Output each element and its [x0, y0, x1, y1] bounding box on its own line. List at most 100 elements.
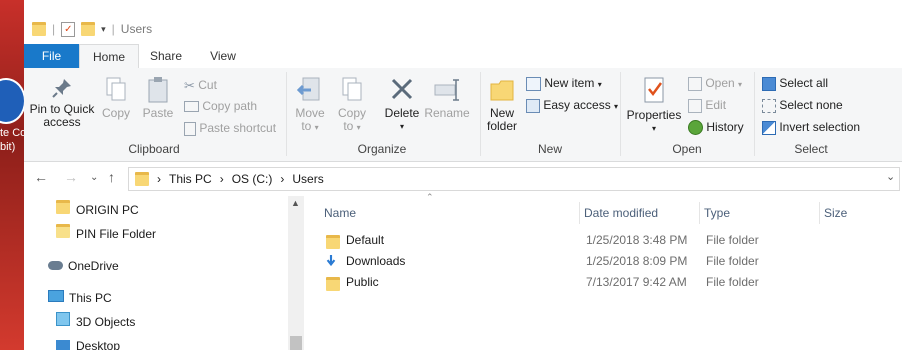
copy-to-icon: [342, 77, 362, 101]
open-label: Open: [705, 76, 735, 90]
quick-access-toolbar: | ✓ ▾ | Users: [32, 19, 152, 39]
paste-shortcut-icon: [184, 121, 196, 136]
select-none-label: Select none: [779, 98, 843, 112]
table-row[interactable]: Public 7/13/2017 9:42 AM File folder: [306, 272, 902, 293]
move-to-button[interactable]: Move to ▾: [292, 76, 328, 134]
paste-button[interactable]: Paste: [138, 76, 178, 120]
tab-share[interactable]: Share: [137, 44, 195, 68]
nav-label: This PC: [69, 291, 112, 305]
scroll-up-icon[interactable]: ▲: [291, 198, 300, 208]
pin-to-quick-access-button[interactable]: Pin to Quick access: [28, 76, 96, 129]
nav-item-pin-file-folder[interactable]: PIN File Folder: [56, 224, 156, 244]
back-arrow-icon[interactable]: ←: [34, 169, 48, 185]
customize-qat-icon[interactable]: ▾: [101, 24, 106, 35]
new-folder-button[interactable]: New folder: [482, 76, 522, 133]
table-row[interactable]: Default 1/25/2018 3:48 PM File folder: [306, 230, 902, 251]
nav-label: 3D Objects: [76, 315, 136, 329]
desktop-icon: [56, 340, 70, 350]
folder-icon: [135, 172, 149, 186]
organize-group-label: Organize: [357, 142, 407, 156]
paste-icon: [148, 77, 168, 103]
pin-icon: [52, 79, 71, 98]
history-label: History: [706, 120, 744, 134]
properties-button[interactable]: Properties ▾: [624, 76, 684, 135]
delete-button[interactable]: Delete ▾: [382, 76, 422, 133]
properties-icon[interactable]: ✓: [61, 21, 76, 37]
nav-label: Desktop: [76, 339, 121, 350]
select-group-label: Select: [794, 142, 828, 156]
select-all-icon: [762, 76, 776, 91]
tab-view[interactable]: View: [195, 44, 251, 68]
file-name: Downloads: [346, 254, 406, 268]
column-header-size[interactable]: Size: [820, 202, 900, 224]
history-button[interactable]: History: [688, 118, 744, 136]
file-date: 1/25/2018 3:48 PM: [586, 233, 688, 247]
copy-to-button[interactable]: Copy to ▾: [334, 76, 370, 134]
copy-to-label: to ▾: [334, 120, 370, 134]
column-header-type[interactable]: Type: [700, 202, 820, 224]
desktop-icon-label: te Co bit): [0, 126, 24, 154]
invert-selection-icon: [762, 120, 776, 135]
chevron-down-icon: ▾: [651, 124, 656, 133]
file-date: 7/13/2017 9:42 AM: [586, 275, 687, 289]
invert-selection-label: Invert selection: [779, 120, 861, 134]
file-name: Public: [346, 275, 379, 289]
cube-icon: [56, 312, 70, 326]
select-all-label: Select all: [779, 76, 829, 90]
open-button[interactable]: Open ▾: [688, 74, 742, 92]
column-header-name[interactable]: Name: [320, 202, 580, 224]
address-dropdown-icon[interactable]: ⌄: [886, 170, 895, 183]
cut-button[interactable]: ✂ Cut: [184, 76, 217, 94]
up-arrow-icon[interactable]: ↑: [108, 169, 115, 185]
edit-button[interactable]: Edit: [688, 96, 726, 114]
nav-item-desktop[interactable]: Desktop: [56, 336, 120, 350]
nav-item-onedrive[interactable]: OneDrive: [48, 256, 119, 276]
paste-shortcut-button[interactable]: Paste shortcut: [184, 119, 276, 137]
new-item-button[interactable]: New item ▾: [526, 74, 602, 92]
chevron-down-icon: ▾: [597, 80, 602, 89]
table-row[interactable]: Downloads 1/25/2018 8:09 PM File folder: [306, 251, 902, 272]
invert-selection-button[interactable]: Invert selection: [762, 118, 860, 136]
nav-item-this-pc[interactable]: This PC: [48, 288, 112, 308]
breadcrumb-users[interactable]: Users: [292, 172, 323, 186]
chevron-down-icon: ▾: [399, 122, 404, 131]
nav-scrollbar[interactable]: ▲: [288, 196, 304, 350]
chevron-down-icon: ▾: [614, 102, 619, 111]
breadcrumb-os-c[interactable]: OS (C:): [232, 172, 273, 186]
properties-label: Properties: [626, 108, 682, 122]
copy-button[interactable]: Copy: [98, 76, 134, 120]
tab-file[interactable]: File: [24, 44, 79, 68]
nav-item-3d-objects[interactable]: 3D Objects: [56, 312, 135, 332]
rename-button[interactable]: Rename: [424, 76, 470, 120]
new-folder-icon[interactable]: [81, 22, 96, 36]
new-group-label: New: [537, 142, 562, 156]
file-list: ⌃ Name Date modified Type Size Default 1…: [306, 192, 902, 350]
copy-path-icon: [184, 101, 199, 113]
nav-item-origin-pc[interactable]: ORIGIN PC: [56, 200, 139, 220]
new-item-label: New item: [544, 76, 595, 90]
file-type: File folder: [706, 233, 759, 247]
tab-home[interactable]: Home: [79, 44, 139, 70]
new-folder-icon: [490, 80, 514, 101]
select-all-button[interactable]: Select all: [762, 74, 828, 92]
breadcrumb-this-pc[interactable]: This PC: [169, 172, 212, 186]
history-icon: [688, 120, 703, 136]
select-none-button[interactable]: Select none: [762, 96, 843, 114]
easy-access-label: Easy access: [543, 98, 611, 112]
column-header-date[interactable]: Date modified: [580, 202, 700, 224]
nav-label: PIN File Folder: [76, 227, 157, 241]
file-date: 1/25/2018 8:09 PM: [586, 254, 688, 268]
scrollbar-thumb[interactable]: [290, 336, 302, 350]
easy-access-icon: [526, 98, 540, 113]
recent-locations-icon[interactable]: ⌄: [90, 172, 98, 183]
row-download-icon: [325, 253, 337, 274]
computer-icon: [48, 290, 64, 302]
title-separator: |: [111, 22, 115, 36]
address-bar[interactable]: › This PC › OS (C:) › Users: [128, 167, 900, 191]
forward-arrow-icon[interactable]: →: [64, 169, 78, 185]
rename-label: Rename: [424, 106, 470, 120]
copy-path-button[interactable]: Copy path: [184, 97, 257, 115]
delete-x-icon: [391, 78, 413, 100]
desktop-label-line2: bit): [0, 141, 16, 153]
easy-access-button[interactable]: Easy access ▾: [526, 96, 618, 114]
